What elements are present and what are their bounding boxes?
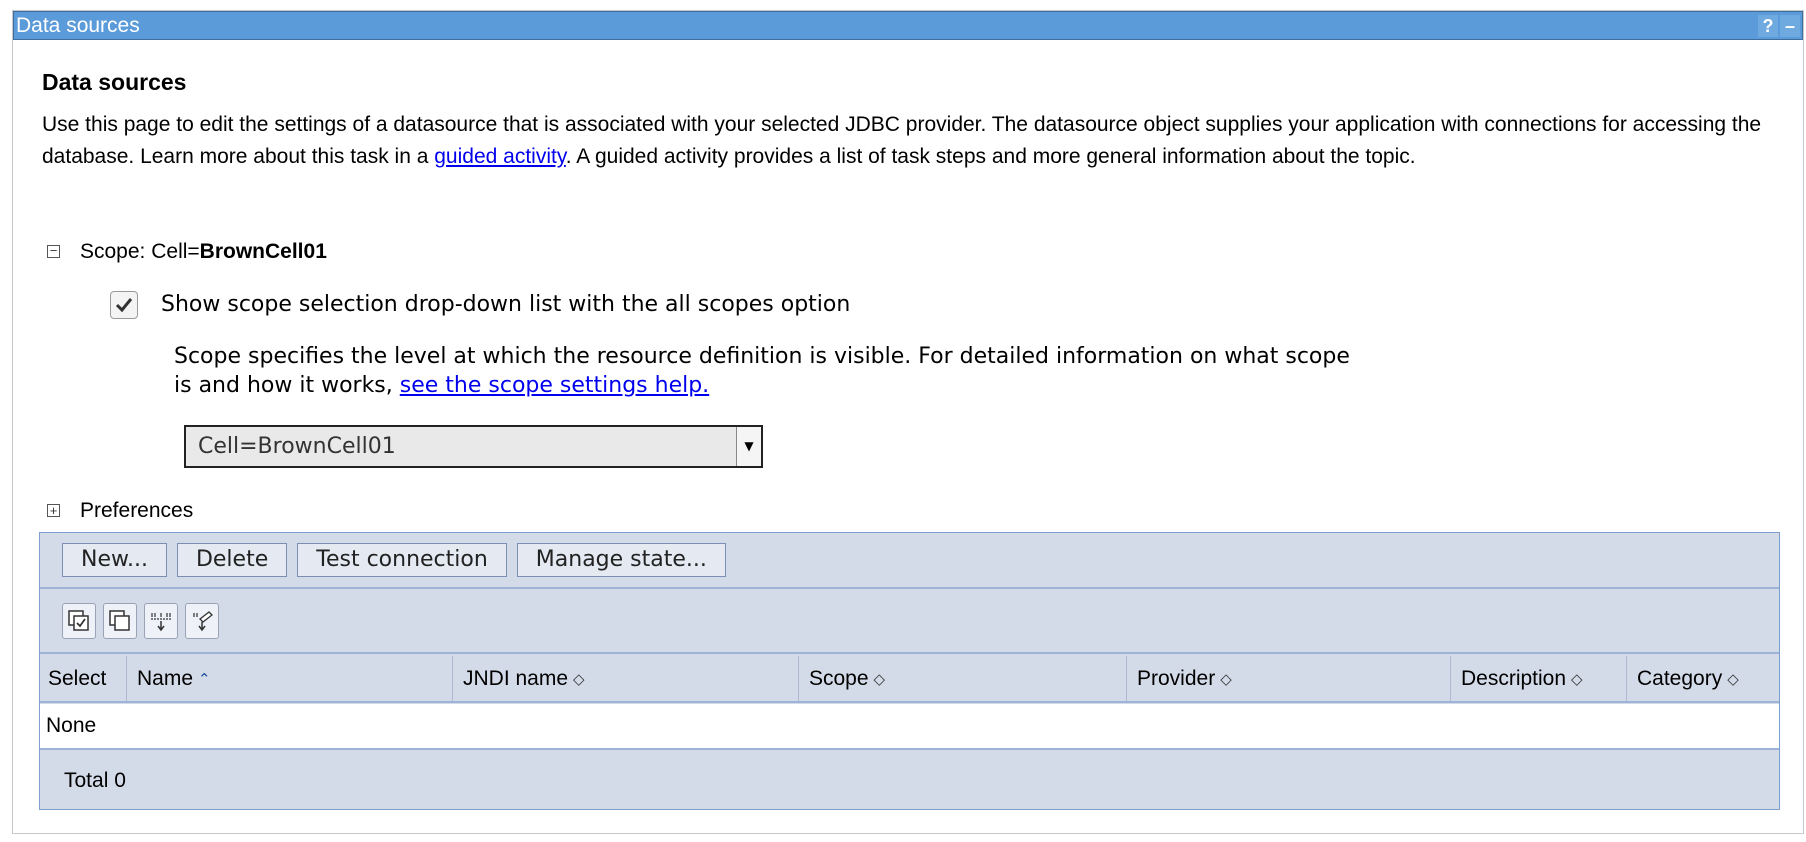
column-select: Select xyxy=(40,656,127,701)
sort-icon[interactable]: ◇ xyxy=(1571,657,1583,702)
column-provider[interactable]: Provider ◇ xyxy=(1127,656,1451,701)
page-description: Use this page to edit the settings of a … xyxy=(42,109,1772,173)
table-total: Total 0 xyxy=(40,752,1779,809)
button-bar: New... Delete Test connection Manage sta… xyxy=(40,533,1779,589)
column-scope[interactable]: Scope ◇ xyxy=(799,656,1127,701)
scope-label: Scope: xyxy=(80,240,152,263)
scope-select[interactable]: Cell=BrownCell01 ▼ xyxy=(184,425,763,468)
expand-preferences-icon[interactable]: + xyxy=(47,504,60,517)
scope-value: BrownCell01 xyxy=(199,240,327,263)
sort-icon[interactable]: ◇ xyxy=(874,657,886,702)
scope-help-text: Scope specifies the level at which the r… xyxy=(174,342,1374,400)
sort-icon[interactable]: ⌃ xyxy=(198,657,211,702)
scope-settings-help-link[interactable]: see the scope settings help. xyxy=(400,373,709,398)
deselect-all-icon[interactable] xyxy=(103,603,137,639)
delete-button[interactable]: Delete xyxy=(176,543,288,577)
help-icon[interactable]: ? xyxy=(1758,15,1778,37)
scope-help-body: Scope specifies the level at which the r… xyxy=(174,344,1350,398)
titlebar-icons: ? – xyxy=(1758,15,1800,37)
guided-activity-link[interactable]: guided activity xyxy=(434,145,566,168)
scope-section: − Scope: Cell=BrownCell01 xyxy=(47,239,327,265)
column-description[interactable]: Description ◇ xyxy=(1451,656,1627,701)
scope-select-value: Cell=BrownCell01 xyxy=(198,434,396,459)
collapse-scope-icon[interactable]: − xyxy=(47,244,60,258)
table-icon-bar xyxy=(40,590,1779,654)
portlet-title: Data sources xyxy=(16,14,140,37)
test-connection-button[interactable]: Test connection xyxy=(297,543,507,577)
clear-filter-icon[interactable] xyxy=(185,603,219,639)
all-scopes-checkbox-label: Show scope selection drop-down list with… xyxy=(161,292,851,317)
new-button[interactable]: New... xyxy=(62,543,167,577)
minimize-icon[interactable]: – xyxy=(1780,15,1800,37)
manage-state-button[interactable]: Manage state... xyxy=(516,543,726,577)
portlet-titlebar: Data sources ? – xyxy=(13,11,1803,40)
sort-icon[interactable]: ◇ xyxy=(573,657,585,702)
sort-icon[interactable]: ◇ xyxy=(1727,657,1739,702)
select-all-icon[interactable] xyxy=(62,603,96,639)
column-category[interactable]: Category ◇ xyxy=(1627,656,1779,701)
sort-icon[interactable]: ◇ xyxy=(1220,657,1232,702)
all-scopes-checkbox[interactable] xyxy=(110,291,138,319)
dropdown-arrow-icon[interactable]: ▼ xyxy=(736,427,761,466)
scope-checkbox-row: Show scope selection drop-down list with… xyxy=(110,290,850,320)
checkmark-icon xyxy=(115,298,133,313)
scope-value-prefix: Cell= xyxy=(151,240,200,263)
preferences-label[interactable]: Preferences xyxy=(80,499,193,522)
preferences-section: + Preferences xyxy=(47,498,193,524)
data-sources-table: New... Delete Test connection Manage sta… xyxy=(39,532,1780,810)
show-filter-icon[interactable] xyxy=(144,603,178,639)
column-name[interactable]: Name ⌃ xyxy=(127,656,453,701)
empty-table-row: None xyxy=(40,704,1779,750)
page-title: Data sources xyxy=(42,69,187,95)
column-jndi-name[interactable]: JNDI name ◇ xyxy=(453,656,799,701)
table-header: Select Name ⌃ JNDI name ◇ Scope ◇ Provider ◇… xyxy=(40,656,1779,703)
description-text-2: . A guided activity provides a list of t… xyxy=(565,145,1416,168)
